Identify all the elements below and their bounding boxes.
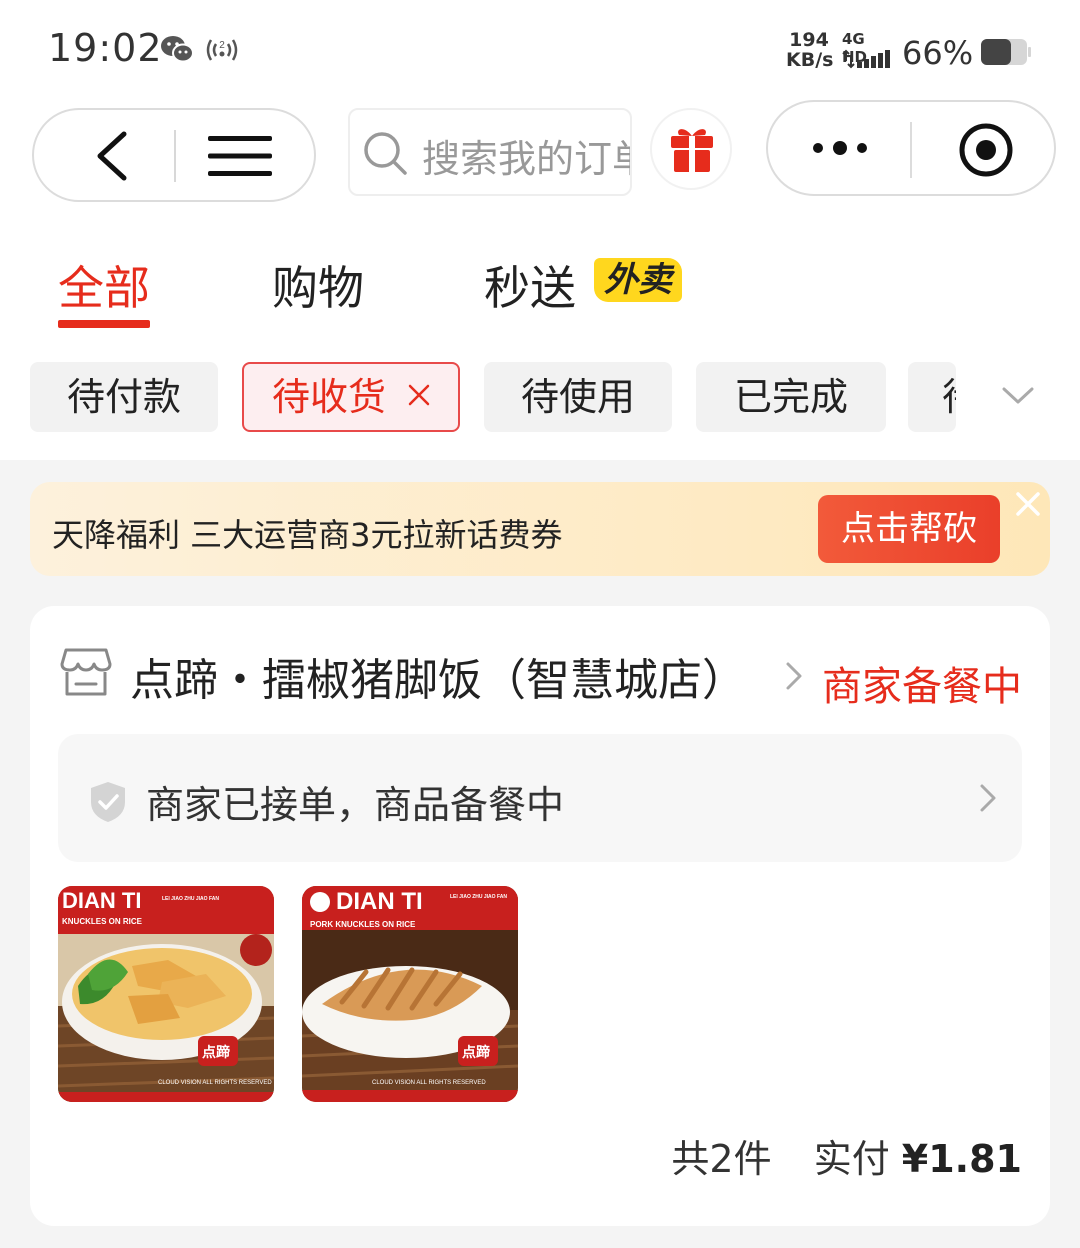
product-seal: 点蹄 [462, 1045, 490, 1061]
item-count: 共2件 [671, 1137, 772, 1181]
product-subtitle: KNUCKLES ON RICE [62, 917, 143, 926]
filter-completed[interactable]: 已完成 [696, 362, 886, 432]
search-input[interactable]: 搜索我的订单 [348, 108, 632, 196]
takeout-badge: 外卖 [594, 258, 682, 302]
nav-capsule [32, 108, 316, 202]
menu-icon[interactable] [208, 134, 272, 178]
battery-icon [981, 39, 1031, 65]
filter-pending-receipt[interactable]: 待收货 [242, 362, 460, 432]
gift-button[interactable] [650, 108, 732, 190]
network-speed-unit: KB/s [786, 49, 834, 71]
paid-label: 实付 [813, 1137, 890, 1181]
close-miniapp-icon[interactable] [958, 122, 1014, 178]
paid-amount: ¥1.81 [901, 1137, 1022, 1181]
product-mini-label: LEI JIAO ZHU JIAO FAN [450, 894, 507, 900]
hotspot-icon: 2 [206, 39, 238, 61]
order-status: 商家备餐中 [822, 664, 1022, 710]
search-placeholder: 搜索我的订单 [422, 137, 632, 181]
product-copyright: CLOUD VISION ALL RIGHTS RESERVED [158, 1080, 272, 1086]
promo-text: 天降福利 三大运营商3元拉新话费券 [52, 516, 563, 554]
product-brand: DIAN TI [336, 888, 423, 915]
chevron-down-icon[interactable] [1000, 384, 1036, 408]
order-card[interactable]: 点蹄・擂椒猪脚饭（智慧城店） 商家备餐中 商家已接单，商品备餐中 DIAN TI… [30, 606, 1050, 1226]
back-icon[interactable] [92, 130, 132, 182]
product-thumbnail[interactable]: DIAN TI LEI JIAO ZHU JIAO FAN PORK KNUCK… [302, 886, 518, 1102]
store-name[interactable]: 点蹄・擂椒猪脚饭（智慧城店） [130, 644, 746, 708]
more-icon[interactable] [810, 136, 870, 160]
product-subtitle: PORK KNUCKLES ON RICE [310, 920, 416, 929]
tab-shopping[interactable]: 购物 [272, 252, 364, 318]
battery-percent: 66% [902, 34, 974, 72]
active-tab-indicator [58, 320, 150, 328]
promo-banner[interactable]: 天降福利 三大运营商3元拉新话费券 点击帮砍 [30, 482, 1050, 576]
signal-icon [842, 49, 890, 69]
wechat-icon [161, 36, 194, 63]
product-seal: 点蹄 [202, 1045, 230, 1061]
product-mini-label: LEI JIAO ZHU JIAO FAN [162, 896, 219, 902]
filter-more-partial[interactable]: 待 [908, 362, 956, 432]
network-speed-value: 194 [789, 29, 829, 51]
gift-icon [671, 129, 713, 172]
svg-text:2: 2 [219, 40, 225, 51]
order-summary: 共2件 实付 ¥1.81 [671, 1128, 1022, 1183]
tab-all[interactable]: 全部 [58, 252, 150, 318]
close-icon[interactable] [1012, 488, 1044, 520]
chevron-right-icon [786, 662, 802, 690]
header-area: 19:02 2 194 KB/s 4G HD 66% 搜索我的订单 全部 购物 … [0, 0, 1080, 460]
tab-flash-delivery[interactable]: 秒送 [484, 252, 576, 318]
status-time: 19:02 [48, 26, 163, 70]
chevron-right-icon [980, 784, 996, 812]
filter-pending-payment[interactable]: 待付款 [30, 362, 218, 432]
product-thumbnail[interactable]: DIAN TI LEI JIAO ZHU JIAO FAN KNUCKLES O… [58, 886, 274, 1102]
store-icon [60, 648, 112, 696]
network-speed: 194 KB/s [786, 29, 834, 71]
product-brand: DIAN TI [62, 888, 142, 913]
capsule-divider [910, 122, 912, 178]
product-copyright: CLOUD VISION ALL RIGHTS RESERVED [372, 1080, 486, 1086]
network-indicator: 4G HD [842, 30, 894, 70]
order-progress[interactable]: 商家已接单，商品备餐中 [58, 734, 1022, 862]
promo-action-button[interactable]: 点击帮砍 [818, 495, 1000, 563]
filter-to-use[interactable]: 待使用 [484, 362, 672, 432]
progress-text: 商家已接单，商品备餐中 [146, 783, 565, 827]
product-image-pork-knuckle [302, 886, 518, 1102]
clear-filter-icon[interactable] [408, 384, 430, 406]
search-icon [364, 132, 407, 175]
shield-check-icon [91, 782, 125, 822]
filter-pending-receipt-label: 待收货 [272, 375, 387, 419]
miniapp-capsule [766, 100, 1056, 196]
nav-divider [174, 130, 176, 182]
